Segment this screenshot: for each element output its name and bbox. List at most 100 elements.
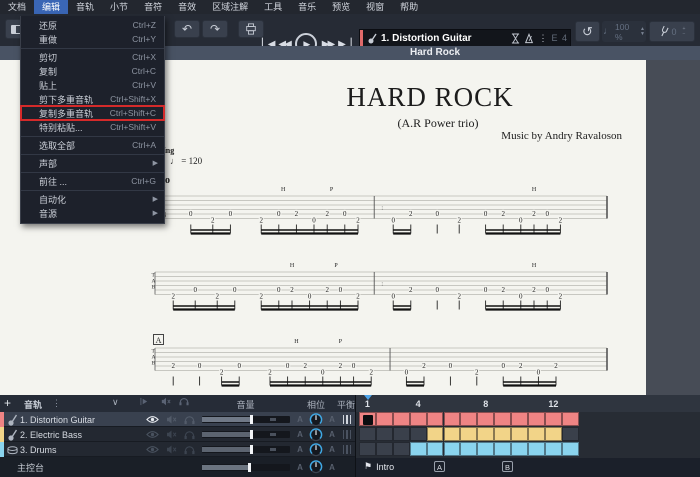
- timeline-cell[interactable]: [375, 442, 393, 456]
- edit-menu-item-0[interactable]: 还原 Ctrl+Z: [21, 18, 164, 32]
- eq-fader-icon[interactable]: [339, 445, 355, 454]
- edit-menu-item-5[interactable]: 贴上 Ctrl+V: [21, 78, 164, 92]
- menubar-item-工具[interactable]: 工具: [256, 0, 290, 14]
- timeline-cell[interactable]: [443, 442, 461, 456]
- section-marker-intro[interactable]: ⚑ Intro: [364, 461, 394, 472]
- menubar-item-帮助[interactable]: 帮助: [392, 0, 426, 14]
- timeline-cell[interactable]: [561, 427, 579, 441]
- track-row-3[interactable]: 3. Drums A A: [0, 442, 355, 457]
- timeline-cell[interactable]: [359, 412, 376, 426]
- countdown-icon[interactable]: [511, 33, 520, 44]
- automation-button[interactable]: A: [325, 430, 339, 439]
- timeline-cell[interactable]: [460, 412, 478, 426]
- volume-slider[interactable]: [201, 430, 290, 439]
- timeline-cell[interactable]: [392, 427, 410, 441]
- section-marker-b[interactable]: B: [502, 461, 513, 472]
- automation-button[interactable]: A: [325, 463, 339, 472]
- pan-knob[interactable]: [307, 412, 325, 427]
- timeline-ruler[interactable]: 1 4 8 12: [356, 395, 700, 412]
- undo-button[interactable]: ↶: [174, 20, 200, 38]
- track-list-menu-icon[interactable]: ⋮: [52, 398, 61, 409]
- track-options-icon[interactable]: ⋮: [538, 33, 547, 44]
- edit-menu-item-10[interactable]: 选取全部 Ctrl+A: [21, 138, 164, 152]
- eq-fader-icon[interactable]: [339, 415, 355, 424]
- edit-menu-item-12[interactable]: 声部 ▶: [21, 156, 164, 170]
- edit-menu-item-17[interactable]: 音源 ▶: [21, 206, 164, 220]
- timeline-cell[interactable]: [477, 427, 495, 441]
- timeline-cell[interactable]: [544, 442, 562, 456]
- mute-all-icon[interactable]: [161, 397, 171, 406]
- volume-slider[interactable]: [201, 445, 290, 454]
- master-channel-row[interactable]: 主控台 A A: [0, 457, 355, 477]
- playback-speed-control[interactable]: ♩ 100 % ▲ ▼: [602, 21, 646, 42]
- edit-menu-item-16[interactable]: 自动化 ▶: [21, 192, 164, 206]
- timeline-cell[interactable]: [528, 442, 545, 456]
- timeline-cell[interactable]: [426, 427, 444, 441]
- timeline-cell[interactable]: [409, 442, 427, 456]
- timeline-cell[interactable]: [561, 442, 579, 456]
- master-pan-knob[interactable]: [307, 460, 325, 474]
- menubar-item-音符[interactable]: 音符: [136, 0, 170, 14]
- pan-knob[interactable]: [307, 442, 325, 457]
- visibility-eye-icon[interactable]: [142, 445, 162, 454]
- automation-button[interactable]: A: [293, 415, 307, 424]
- menubar-item-预览[interactable]: 预览: [324, 0, 358, 14]
- tab-system-2[interactable]: TABHP:H202020202020202020202: [150, 260, 620, 330]
- mute-icon[interactable]: [162, 430, 180, 439]
- menubar-item-音乐[interactable]: 音乐: [290, 0, 324, 14]
- automation-button[interactable]: A: [293, 445, 307, 454]
- solo-headphones-icon[interactable]: [180, 445, 198, 455]
- solo-headphones-icon[interactable]: [180, 430, 198, 440]
- menubar-item-音效[interactable]: 音效: [170, 0, 204, 14]
- section-marker-a[interactable]: A: [434, 461, 445, 472]
- timeline-cell[interactable]: [426, 412, 444, 426]
- timeline-cell[interactable]: [477, 412, 495, 426]
- timeline-cell[interactable]: [392, 412, 410, 426]
- menubar-item-编辑[interactable]: 编辑: [34, 0, 69, 14]
- timeline-cell[interactable]: [511, 427, 528, 441]
- timeline-cell[interactable]: [460, 442, 478, 456]
- timeline-cell[interactable]: [375, 427, 393, 441]
- timeline-cell[interactable]: [494, 442, 512, 456]
- solo-headphones-icon[interactable]: [179, 397, 189, 406]
- visibility-eye-icon[interactable]: [142, 415, 162, 424]
- goto-marker-icon[interactable]: [140, 397, 149, 406]
- edit-menu-item-4[interactable]: 复制 Ctrl+C: [21, 64, 164, 78]
- pan-knob[interactable]: [307, 427, 325, 442]
- metronome-icon[interactable]: [524, 32, 534, 44]
- timeline-cell[interactable]: [477, 442, 495, 456]
- timeline-cell[interactable]: [409, 412, 427, 426]
- edit-menu-item-14[interactable]: 前往 ... Ctrl+G: [21, 174, 164, 188]
- track-row-1[interactable]: 1. Distortion Guitar A A: [0, 412, 355, 427]
- automation-button[interactable]: A: [293, 463, 307, 472]
- track-name[interactable]: 2. Electric Bass: [20, 430, 142, 440]
- add-track-button[interactable]: +: [4, 396, 11, 410]
- automation-button[interactable]: A: [325, 415, 339, 424]
- menubar-item-小节[interactable]: 小节: [102, 0, 136, 14]
- master-volume-slider[interactable]: [201, 462, 290, 472]
- redo-button[interactable]: ↷: [202, 20, 228, 38]
- timeline-cell[interactable]: [375, 412, 393, 426]
- track-name[interactable]: 3. Drums: [20, 445, 142, 455]
- volume-slider[interactable]: [201, 415, 290, 424]
- loop-button[interactable]: ↺: [575, 21, 600, 42]
- timeline-cell[interactable]: [359, 427, 376, 441]
- menubar-item-视窗[interactable]: 视窗: [358, 0, 392, 14]
- timeline-cell[interactable]: [511, 442, 528, 456]
- tuning-control[interactable]: 0 + −: [649, 21, 695, 42]
- edit-menu-item-7[interactable]: 复制多重音轨 Ctrl+Shift+C: [20, 105, 165, 121]
- automation-button[interactable]: A: [293, 430, 307, 439]
- tab-system-3[interactable]: TABHP2020202020202020202: [150, 336, 620, 395]
- timeline-cell[interactable]: [528, 427, 545, 441]
- collapse-chevron-icon[interactable]: ∨: [112, 397, 119, 408]
- mute-icon[interactable]: [162, 445, 180, 454]
- tuning-spinner[interactable]: + −: [683, 26, 686, 37]
- menubar-item-区域注解[interactable]: 区域注解: [204, 0, 256, 14]
- timeline-cell[interactable]: [494, 412, 512, 426]
- tab-system-1[interactable]: TAB4HP:H02020202020202020202: [150, 184, 620, 254]
- edit-menu-item-1[interactable]: 重做 Ctrl+Y: [21, 32, 164, 46]
- timeline-cell[interactable]: [443, 427, 461, 441]
- speed-spinner[interactable]: ▲ ▼: [640, 26, 645, 37]
- timeline-cell[interactable]: [409, 427, 427, 441]
- timeline-cell[interactable]: [544, 427, 562, 441]
